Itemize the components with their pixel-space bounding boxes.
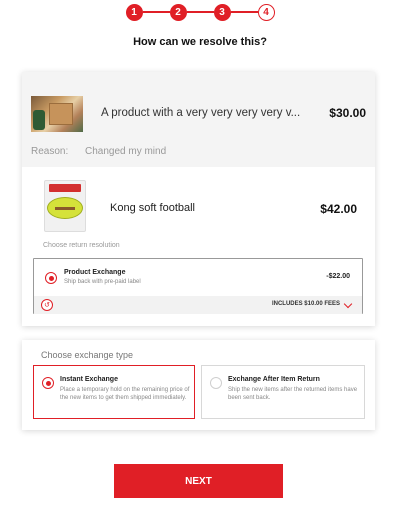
kong-football-image	[44, 180, 86, 232]
page-title: How can we resolve this?	[133, 36, 267, 48]
step-1: 1	[125, 3, 143, 21]
resolution-footer: ↺ INCLUDES $10.00 FEES	[34, 296, 362, 314]
exchange-option-after-return[interactable]: Exchange After Item Return Ship the new …	[201, 365, 365, 419]
original-product-price: $30.00	[329, 106, 366, 120]
original-item-section: A product with a very very very very v..…	[22, 72, 375, 167]
next-button[interactable]: NEXT	[114, 464, 283, 498]
resolution-title: Product Exchange	[64, 269, 126, 276]
exchange-option-instant[interactable]: Instant Exchange Place a temporary hold …	[33, 365, 195, 419]
progress-stepper: 1 2 3 4	[0, 3, 400, 21]
resolution-amount: -$22.00	[326, 273, 350, 280]
instant-exchange-title: Instant Exchange	[60, 376, 118, 383]
football-shape	[47, 197, 83, 219]
step-connector	[142, 11, 170, 13]
after-return-title: Exchange After Item Return	[228, 376, 320, 383]
reason-value: Changed my mind	[85, 146, 167, 157]
return-product-price: $42.00	[320, 202, 357, 216]
person-shape	[33, 110, 45, 130]
package-tag	[49, 184, 81, 192]
product-image	[31, 96, 83, 132]
step-3: 3	[213, 3, 231, 21]
step-2: 2	[169, 3, 187, 21]
original-product-name: A product with a very very very very v..…	[101, 107, 301, 119]
exchange-type-label: Choose exchange type	[41, 350, 134, 360]
fees-text[interactable]: INCLUDES $10.00 FEES	[272, 301, 340, 307]
choose-resolution-label: Choose return resolution	[43, 242, 120, 249]
step-connector	[186, 11, 214, 13]
step-connector	[230, 11, 258, 13]
box-shape	[49, 103, 73, 125]
chevron-down-icon[interactable]	[343, 299, 353, 309]
after-return-radio[interactable]	[210, 377, 222, 389]
undo-icon[interactable]: ↺	[41, 299, 53, 311]
reason-label: Reason:	[31, 146, 69, 157]
return-product-name: Kong soft football	[110, 202, 196, 214]
resolution-radio[interactable]	[45, 272, 57, 284]
resolution-option-product-exchange[interactable]: Product Exchange Ship back with pre-paid…	[33, 258, 363, 314]
instant-exchange-radio[interactable]	[42, 377, 54, 389]
return-item-card: A product with a very very very very v..…	[22, 72, 375, 326]
instant-exchange-description: Place a temporary hold on the remaining …	[60, 387, 190, 401]
exchange-type-card: Choose exchange type Instant Exchange Pl…	[22, 340, 375, 430]
step-4: 4	[257, 3, 275, 21]
after-return-description: Ship the new items after the returned it…	[228, 387, 358, 401]
resolution-subtitle: Ship back with pre-paid label	[64, 279, 141, 285]
